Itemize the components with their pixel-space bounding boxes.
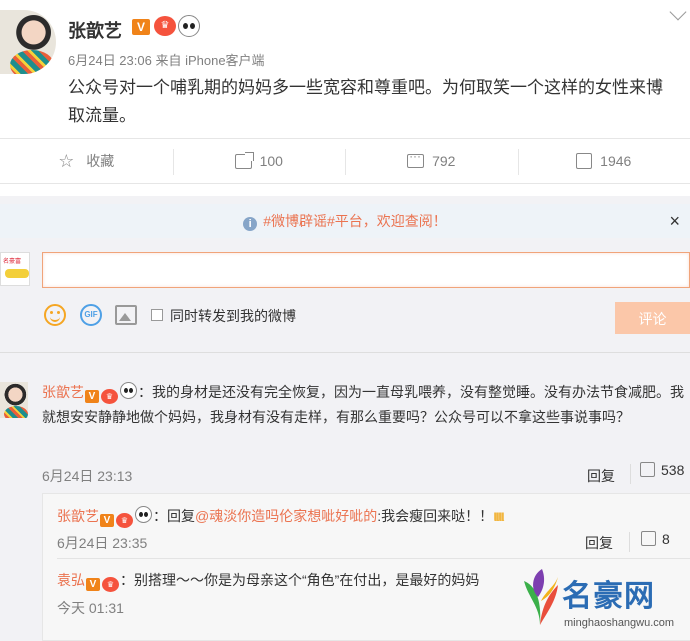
comment-author[interactable]: 张歆艺 <box>42 384 84 400</box>
comment-body: 张歆艺 V ♛ ：我的身材是还没有完全恢复，因为一直母乳喂养，没有整觉睡。没有办法节食… <box>42 380 688 430</box>
verified-v-icon[interactable]: V <box>132 19 150 35</box>
comment-icon <box>407 149 425 168</box>
watermark-title: 名豪网 <box>562 579 655 614</box>
reply-item: 张歆艺 V ♛ ：回复@魂淡你造吗伦家想呲好呲的:我会瘦回来哒！！ιιιι <box>57 506 505 528</box>
separator <box>629 532 630 552</box>
comment-text: ：我的身材是还没有完全恢复，因为一直母乳喂养，没有整觉睡。没有办法节食减肥。我就… <box>42 384 684 425</box>
verified-v-icon[interactable]: V <box>85 390 99 403</box>
vip-crown-icon[interactable]: ♛ <box>116 513 133 528</box>
verified-v-icon[interactable]: V <box>100 514 114 527</box>
leaf-logo-icon <box>524 569 558 625</box>
action-bar: ☆ 收藏 100 792 1946 <box>0 138 690 184</box>
comment-button[interactable]: 792 <box>345 139 518 183</box>
panda-badge-icon[interactable] <box>178 15 200 37</box>
post-text: 公众号对一个哺乳期的妈妈多一些宽容和尊重吧。为何取笑一个这样的女性来博取流量。 <box>68 78 663 125</box>
star-icon: ☆ <box>58 151 75 171</box>
post-meta: 6月24日 23:06 来自 iPhone客户端 <box>68 50 265 69</box>
like-button[interactable]: 1946 <box>517 139 690 183</box>
forward-button[interactable]: 100 <box>172 139 346 183</box>
emoji-icon[interactable] <box>44 304 66 326</box>
watermark-url: minghaoshangwu.com <box>564 617 675 629</box>
avatar-logo-text: 名豪富 <box>3 259 22 265</box>
site-watermark: 名豪网 minghaoshangwu.com <box>520 565 690 641</box>
gif-icon[interactable]: GIF <box>80 304 102 326</box>
comment-input[interactable] <box>42 252 690 288</box>
forward-checkbox[interactable] <box>151 309 163 321</box>
vip-crown-icon[interactable]: ♛ <box>154 16 176 36</box>
vip-crown-icon[interactable]: ♛ <box>101 389 118 404</box>
thumbs-up-icon <box>640 462 655 477</box>
author-name[interactable]: 张歆艺 <box>68 17 122 43</box>
reply-item: 袁弘 V ♛ ：别搭理～～你是为母亲这个“角色”在付出，是最好的妈妈 <box>57 570 479 592</box>
forward-checkbox-label[interactable]: 同时转发到我的微博 <box>170 306 296 326</box>
post-source: 来自 iPhone客户端 <box>155 53 265 68</box>
divider <box>0 352 690 353</box>
reply-mention-link[interactable]: @魂淡你造吗伦家想呲好呲的 <box>195 508 377 524</box>
hand-emoji-icon: ιιιι <box>493 508 505 525</box>
reply-text: :我会瘦回来哒！！ <box>377 508 494 524</box>
close-icon[interactable]: × <box>669 204 680 238</box>
panda-badge-icon[interactable] <box>135 506 152 523</box>
comment-time: 6月24日 23:13 <box>42 468 133 484</box>
verified-v-icon[interactable]: V <box>86 578 100 591</box>
separator <box>630 464 631 484</box>
reply-author[interactable]: 袁弘 <box>57 572 85 588</box>
post-time[interactable]: 6月24日 23:06 <box>68 53 152 68</box>
current-user-avatar[interactable]: 名豪富 <box>0 252 30 286</box>
favorite-button[interactable]: ☆ 收藏 <box>0 139 173 183</box>
reply-time: 6月24日 23:35 <box>57 535 148 551</box>
reply-prefix: ：回复 <box>153 508 195 524</box>
forward-icon <box>234 151 254 169</box>
reply-time: 今天 01:31 <box>57 600 124 616</box>
like-count: 1946 <box>600 153 632 169</box>
submit-comment-button[interactable]: 评论 <box>615 302 690 334</box>
comment-like-count: 538 <box>661 462 685 478</box>
forward-count: 100 <box>259 153 283 169</box>
image-icon[interactable] <box>115 305 137 325</box>
comment-count: 792 <box>432 153 456 169</box>
weibo-post: 张歆艺 V ♛ 6月24日 23:06 来自 iPhone客户端 公众号对一个哺… <box>0 0 690 140</box>
panda-badge-icon[interactable] <box>120 382 137 399</box>
thumbs-up-icon <box>576 153 593 169</box>
reply-reply-button[interactable]: 回复 <box>585 533 613 553</box>
thumbs-up-icon <box>641 531 656 546</box>
reply-author[interactable]: 张歆艺 <box>57 508 99 524</box>
rumor-notice-link[interactable]: #微博辟谣#平台，欢迎查阅！ <box>263 213 447 229</box>
reply-text: ：别搭理～～你是为母亲这个“角色”在付出，是最好的妈妈 <box>120 572 480 588</box>
chevron-down-icon[interactable] <box>669 3 687 21</box>
reply-like-button[interactable]: 8 <box>641 531 670 547</box>
vip-crown-icon[interactable]: ♛ <box>102 577 119 592</box>
reply-like-count: 8 <box>662 531 670 547</box>
author-avatar[interactable] <box>0 10 56 74</box>
info-icon: i <box>243 217 258 231</box>
divider <box>57 558 690 559</box>
comment-like-button[interactable]: 538 <box>640 462 684 478</box>
rumor-notice-bar: i #微博辟谣#平台，欢迎查阅！ × <box>0 204 690 238</box>
comment-avatar[interactable] <box>0 382 28 418</box>
comment-reply-button[interactable]: 回复 <box>587 466 615 486</box>
favorite-label: 收藏 <box>86 153 115 169</box>
